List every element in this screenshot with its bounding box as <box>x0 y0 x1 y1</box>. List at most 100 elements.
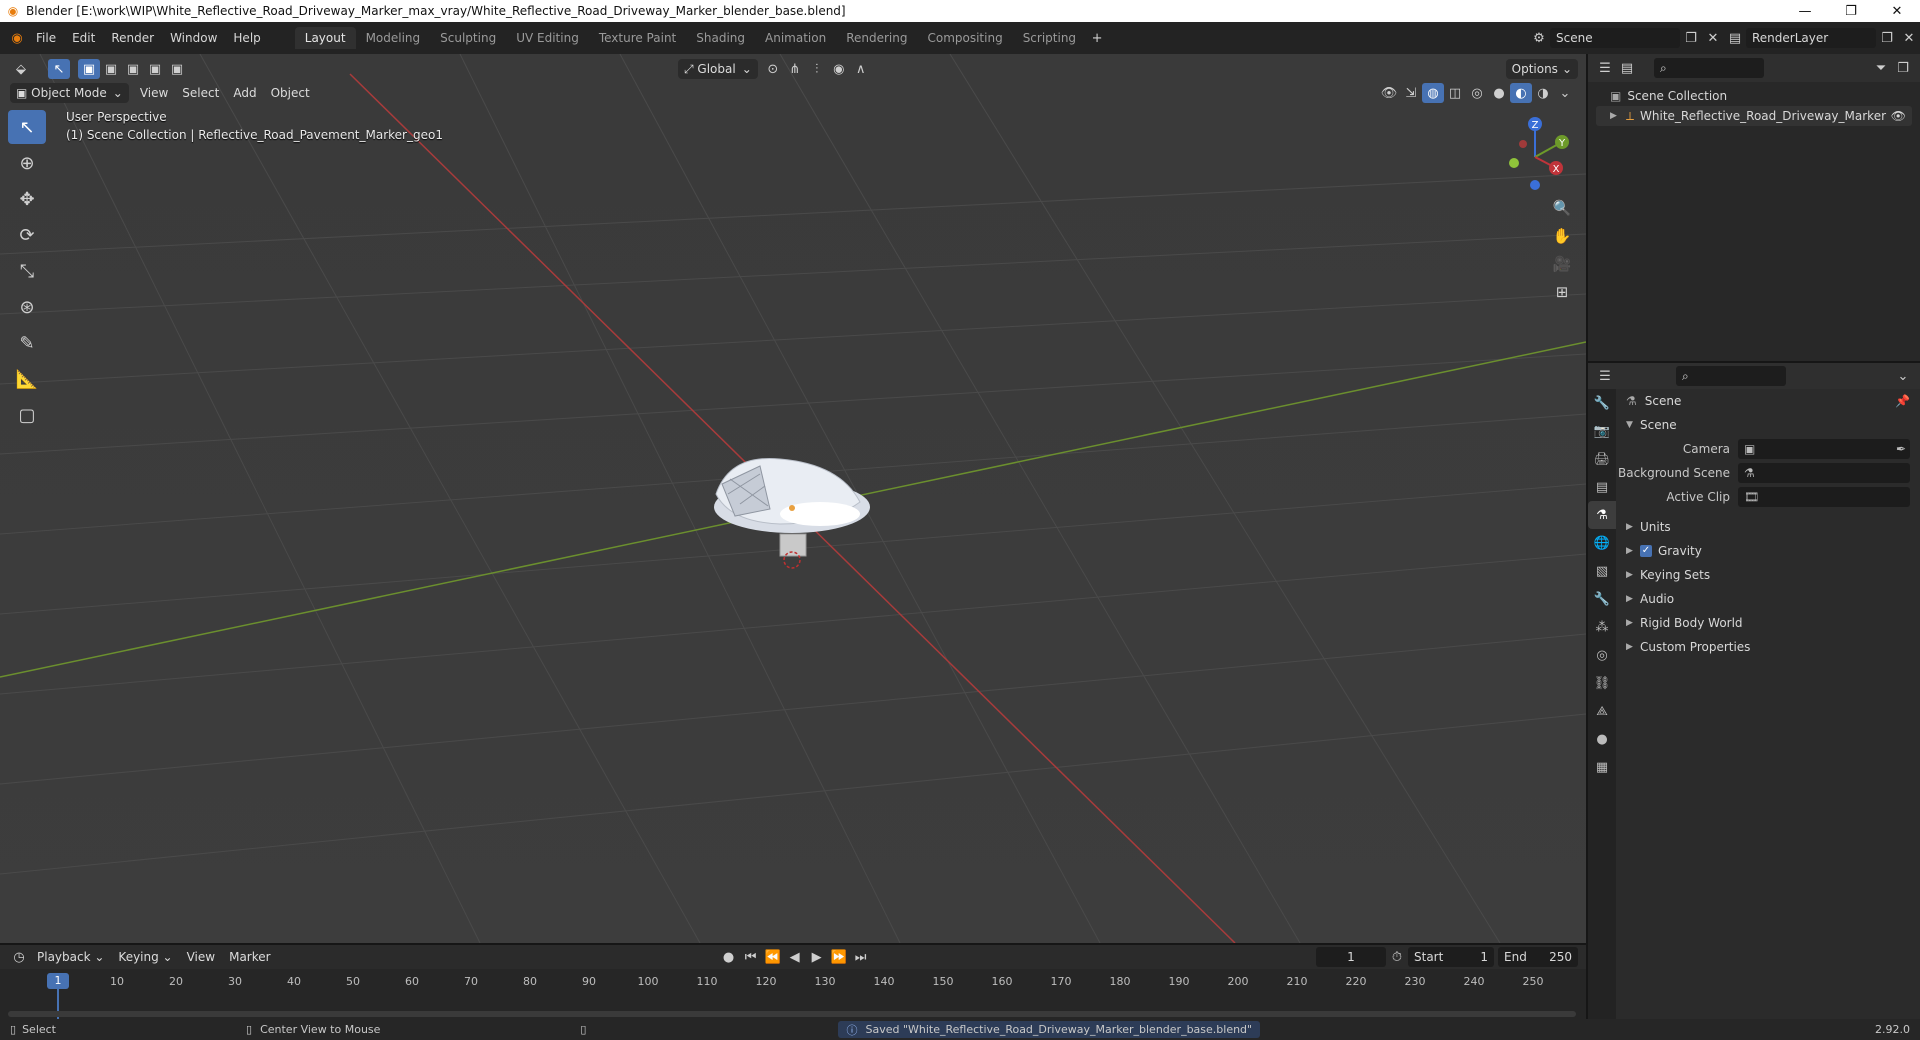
select-box-subtract-icon[interactable]: ▣ <box>122 59 144 79</box>
jump-start-icon[interactable]: ⏮ <box>740 947 762 967</box>
particles-tab-icon[interactable]: ⁂ <box>1588 613 1616 641</box>
pan-hand-icon[interactable]: ✋ <box>1548 222 1576 250</box>
playhead-frame-indicator[interactable]: 1 <box>47 973 69 989</box>
texture-tab-icon[interactable]: ▦ <box>1588 753 1616 781</box>
current-frame-field[interactable]: 1 <box>1316 947 1386 967</box>
select-box-tool-icon[interactable]: ↖ <box>8 110 46 144</box>
eye-visibility-icon[interactable]: 👁 <box>1891 109 1906 123</box>
panel-keying-sets[interactable]: ▶ Keying Sets <box>1618 563 1920 587</box>
rotate-tool-icon[interactable]: ⟳ <box>8 218 46 252</box>
menu-file[interactable]: File <box>28 27 64 49</box>
panel-audio[interactable]: ▶ Audio <box>1618 587 1920 611</box>
rendered-shading-icon[interactable]: ◑ <box>1532 83 1554 103</box>
tab-animation[interactable]: Animation <box>755 27 836 49</box>
transform-tool-icon[interactable]: ⊛ <box>8 290 46 324</box>
solid-shading-icon[interactable]: ● <box>1488 83 1510 103</box>
active-clip-field[interactable]: 🎞 <box>1738 487 1910 507</box>
record-keyframe-icon[interactable]: ● <box>718 947 740 967</box>
menu-help[interactable]: Help <box>225 27 268 49</box>
select-box-invert-icon[interactable]: ▣ <box>144 59 166 79</box>
tab-layout[interactable]: Layout <box>294 27 356 49</box>
timeline-menu-view[interactable]: View <box>180 950 222 964</box>
play-icon[interactable]: ▶ <box>806 947 828 967</box>
select-box-intersect-icon[interactable]: ▣ <box>166 59 188 79</box>
zoom-icon[interactable]: 🔍 <box>1548 194 1576 222</box>
tab-modeling[interactable]: Modeling <box>356 27 431 49</box>
stopwatch-icon[interactable]: ⏱ <box>1386 947 1408 967</box>
cursor-tool-icon[interactable]: ⊕ <box>8 146 46 180</box>
jump-end-icon[interactable]: ⏭ <box>850 947 872 967</box>
measure-tool-icon[interactable]: 📐 <box>8 362 46 396</box>
proportional-edit-icon[interactable]: ◉ <box>828 59 850 79</box>
output-tab-icon[interactable]: 🖨 <box>1588 445 1616 473</box>
scene-field[interactable]: Scene <box>1550 28 1680 48</box>
maximize-button[interactable]: ❐ <box>1828 4 1874 19</box>
visibility-icon[interactable]: 👁 <box>1378 83 1400 103</box>
play-reverse-icon[interactable]: ◀ <box>784 947 806 967</box>
filter-icon[interactable]: ⏷ <box>1870 58 1892 78</box>
tab-scripting[interactable]: Scripting <box>1013 27 1086 49</box>
timeline-editor-icon[interactable]: ◷ <box>8 947 30 967</box>
viewport-menu-add[interactable]: Add <box>226 86 263 100</box>
blender-menu-icon[interactable]: ◉ <box>6 28 28 48</box>
gravity-checkbox[interactable]: ✓ <box>1640 545 1652 557</box>
physics-tab-icon[interactable]: ◎ <box>1588 641 1616 669</box>
mode-dropdown[interactable]: ▣ Object Mode ⌄ <box>10 83 129 103</box>
ortho-toggle-icon[interactable]: ⊞ <box>1548 278 1576 306</box>
wireframe-shading-icon[interactable]: ◎ <box>1466 83 1488 103</box>
move-tool-icon[interactable]: ✥ <box>8 182 46 216</box>
chevron-down-icon[interactable]: ⌄ <box>1892 366 1914 386</box>
tab-compositing[interactable]: Compositing <box>917 27 1012 49</box>
add-workspace-icon[interactable]: + <box>1086 28 1108 48</box>
jump-keyframe-forward-icon[interactable]: ⏩ <box>828 947 850 967</box>
add-cube-tool-icon[interactable]: ▢ <box>8 398 46 432</box>
panel-custom-properties[interactable]: ▶ Custom Properties <box>1618 635 1920 659</box>
falloff-icon[interactable]: ∧ <box>850 59 872 79</box>
object-tab-icon[interactable]: ▧ <box>1588 557 1616 585</box>
timeline-ruler[interactable]: 1 10 20 30 40 50 60 70 80 90 100 110 120 130 140 150 16… <box>0 971 1586 1019</box>
renderlayer-field[interactable]: RenderLayer <box>1746 28 1876 48</box>
panel-gravity[interactable]: ▶ ✓ Gravity <box>1618 539 1920 563</box>
3d-viewport[interactable]: ⬙ ↖ ▣ ▣ ▣ ▣ ▣ ⤢ Global ⌄ ⊙ ⋔ ⫶ ◉ ∧ Option… <box>0 54 1586 943</box>
transform-orientation-dropdown[interactable]: ⤢ Global ⌄ <box>678 59 758 79</box>
material-shading-icon[interactable]: ◐ <box>1510 83 1532 103</box>
panel-scene-header[interactable]: ▼ Scene <box>1618 413 1920 437</box>
select-mode-icon[interactable]: ↖ <box>48 59 70 79</box>
expand-arrow-icon[interactable]: ▶ <box>1610 111 1620 121</box>
menu-window[interactable]: Window <box>162 27 225 49</box>
remove-renderlayer-icon[interactable]: ✕ <box>1898 28 1920 48</box>
pivot-point-icon[interactable]: ⊙ <box>762 59 784 79</box>
constraints-tab-icon[interactable]: ⛓ <box>1588 669 1616 697</box>
menu-edit[interactable]: Edit <box>64 27 103 49</box>
timeline-menu-marker[interactable]: Marker <box>222 950 277 964</box>
panel-rigid-body-world[interactable]: ▶ Rigid Body World <box>1618 611 1920 635</box>
menu-render[interactable]: Render <box>103 27 162 49</box>
camera-view-icon[interactable]: 🎥 <box>1548 250 1576 278</box>
start-frame-field[interactable]: Start 1 <box>1408 947 1494 967</box>
minimize-button[interactable]: — <box>1782 4 1828 19</box>
options-dropdown[interactable]: Options ⌄ <box>1505 59 1578 79</box>
navigation-gizmo[interactable]: Z Y X <box>1490 112 1580 202</box>
render-tab-icon[interactable]: 📷 <box>1588 417 1616 445</box>
world-tab-icon[interactable]: 🌐 <box>1588 529 1616 557</box>
select-box-extend-icon[interactable]: ▣ <box>100 59 122 79</box>
timeline-scrollbar[interactable] <box>8 1011 1576 1017</box>
close-button[interactable]: ✕ <box>1874 4 1920 19</box>
select-box-new-icon[interactable]: ▣ <box>78 59 100 79</box>
scene-tab-icon[interactable]: ⚗ <box>1588 501 1616 529</box>
display-mode-icon[interactable]: ▤ <box>1616 58 1638 78</box>
viewport-menu-view[interactable]: View <box>133 86 175 100</box>
new-scene-icon[interactable]: ❐ <box>1680 28 1702 48</box>
tab-shading[interactable]: Shading <box>686 27 755 49</box>
background-scene-field[interactable]: ⚗ <box>1738 463 1910 483</box>
annotate-tool-icon[interactable]: ✎ <box>8 326 46 360</box>
properties-editor-icon[interactable]: ☰ <box>1594 366 1616 386</box>
snap-icon[interactable]: ⋔ <box>784 59 806 79</box>
viewport-menu-select[interactable]: Select <box>175 86 226 100</box>
camera-field[interactable]: ▣ ✒ <box>1738 439 1910 459</box>
tool-tab-icon[interactable]: 🔧 <box>1588 389 1616 417</box>
outliner-search-input[interactable]: ⌕ <box>1654 58 1764 78</box>
xray-icon[interactable]: ◫ <box>1444 83 1466 103</box>
jump-keyframe-back-icon[interactable]: ⏪ <box>762 947 784 967</box>
viewport-menu-object[interactable]: Object <box>264 86 317 100</box>
